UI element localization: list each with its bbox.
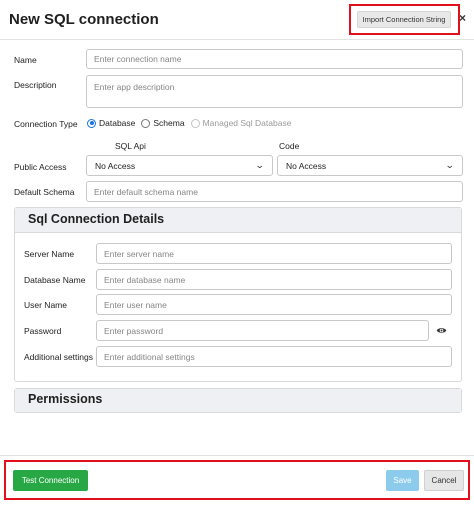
radio-schema-indicator[interactable] [141,118,151,128]
description-label: Description [14,80,57,90]
password-label: Password [24,326,62,336]
chevron-down-icon: ⌄ [445,160,456,170]
server-name-input[interactable] [96,243,452,264]
sql-connection-details-title: Sql Connection Details [28,212,165,226]
default-schema-input[interactable] [86,181,463,202]
connection-type-radio-group: Database Schema Managed Sql Database [87,118,297,128]
additional-settings-input[interactable] [96,346,452,367]
radio-managed-label: Managed Sql Database [202,118,292,128]
code-column-label: Code [279,141,300,151]
sql-api-access-select[interactable]: No Access ⌄ [86,155,273,176]
test-connection-button[interactable]: Test Connection [13,470,88,491]
close-icon[interactable]: × [459,11,466,25]
chevron-down-icon: ⌄ [255,160,266,170]
name-input[interactable] [86,49,463,69]
code-access-value: No Access [286,160,327,171]
dialog-title: New SQL connection [9,11,159,28]
radio-database-indicator[interactable] [87,118,96,128]
public-access-label: Public Access [14,162,67,172]
radio-database[interactable]: Database [87,118,135,128]
radio-managed-sql-database: Managed Sql Database [190,118,292,128]
password-input[interactable] [96,320,429,341]
cancel-button[interactable]: Cancel [424,470,464,491]
radio-schema[interactable]: Schema [141,118,185,128]
database-name-label: Database Name [24,275,86,285]
radio-managed-indicator [190,118,200,128]
footer-divider [0,455,474,456]
code-access-select[interactable]: No Access ⌄ [277,155,463,176]
radio-database-label: Database [99,118,136,128]
user-name-input[interactable] [96,294,452,315]
permissions-title: Permissions [28,392,103,406]
connection-type-label: Connection Type [14,119,78,129]
header-divider [0,39,474,40]
eye-icon[interactable] [436,325,447,336]
default-schema-label: Default Schema [14,187,75,197]
radio-schema-label: Schema [153,118,185,128]
save-button[interactable]: Save [386,470,419,491]
import-connection-string-button[interactable]: Import Connection String [357,11,451,28]
additional-settings-label: Additional settings [24,352,93,362]
sql-api-column-label: SQL Api [115,141,146,151]
server-name-label: Server Name [24,249,75,259]
sql-api-access-value: No Access [95,160,136,171]
user-name-label: User Name [24,300,67,310]
database-name-input[interactable] [96,269,452,290]
name-label: Name [14,55,37,65]
description-textarea[interactable] [86,75,463,108]
